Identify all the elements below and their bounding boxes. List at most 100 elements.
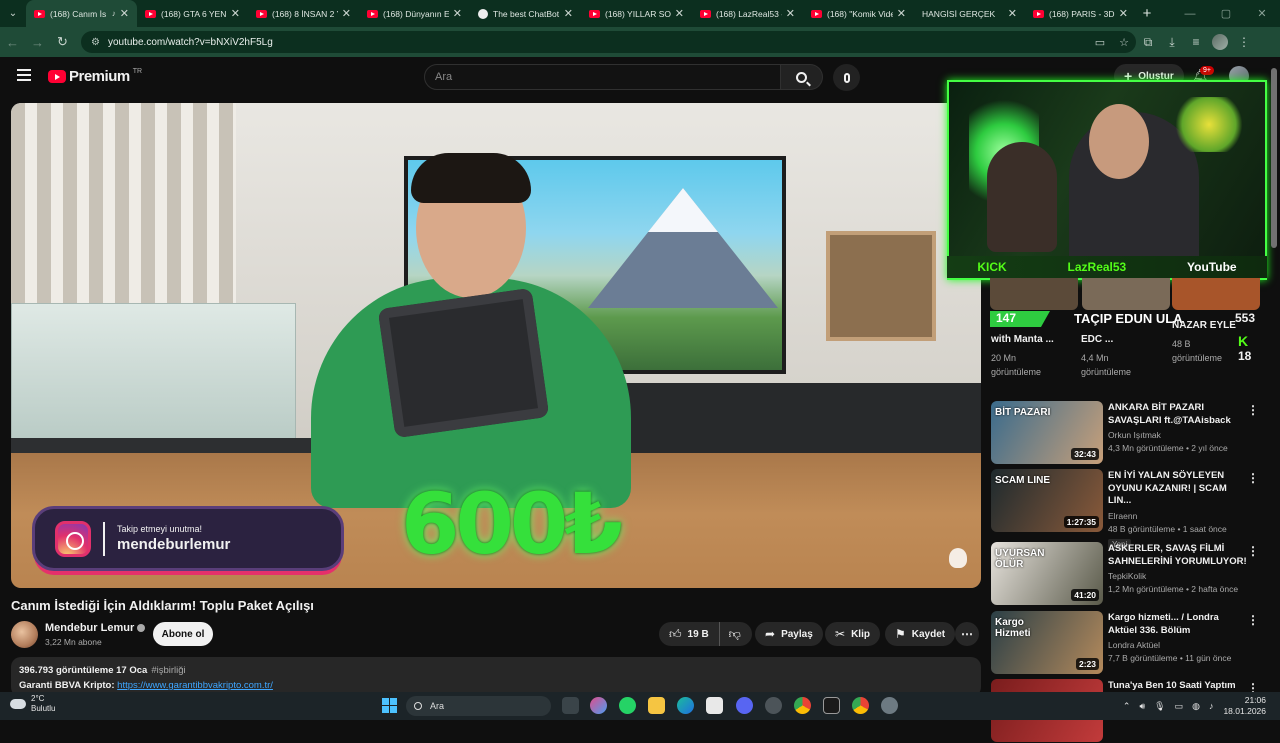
back-icon[interactable]: ←	[0, 35, 25, 50]
browser-tab[interactable]: (168) 8 İNSAN 2 Y ✕	[248, 0, 359, 27]
search-button[interactable]	[781, 64, 823, 90]
browser-tab[interactable]: (168) YILLAR SON ✕	[581, 0, 692, 27]
description-box[interactable]: 396.793 görüntüleme 17 Oca #işbirliği Gar…	[11, 657, 981, 697]
media-control-icon[interactable]: ≡	[1184, 35, 1208, 49]
channel-name[interactable]: Mendebur Lemur	[45, 622, 134, 634]
like-button[interactable]: 👍︎ 19 B	[659, 622, 720, 646]
rec-menu-icon[interactable]: ⋮	[1247, 471, 1259, 485]
tab-close-icon[interactable]: ✕	[786, 7, 795, 20]
recommendation-item[interactable]: UYURSAN ÖLÜR 41:20 ASKERLER, SAVAŞ FİLMİ S…	[991, 542, 1263, 606]
rec-thumb[interactable]	[990, 278, 1078, 310]
profile-avatar[interactable]	[1212, 34, 1228, 50]
copilot-icon[interactable]	[590, 697, 607, 714]
browser-tab[interactable]: The best ChatBot ✕	[470, 0, 581, 27]
browser-tab[interactable]: (168) PARIS - 3D ✕	[1025, 0, 1136, 27]
channel-watermark-icon[interactable]	[949, 548, 967, 568]
rec-title[interactable]: ANKARA BİT PAZARI SAVAŞLARI ft.@TAAisbac…	[1108, 402, 1248, 427]
stream-overlay-video[interactable]	[947, 80, 1267, 280]
subscribe-button[interactable]: Abone ol	[153, 622, 213, 646]
new-tab-button[interactable]: +	[1136, 5, 1158, 22]
url-text[interactable]: youtube.com/watch?v=bNXiV2hF5Lg	[108, 37, 1088, 48]
rec-channel[interactable]: TepkiKolik	[1108, 571, 1248, 581]
page-scrollbar[interactable]	[1270, 60, 1278, 695]
tab-close-icon[interactable]: ✕	[231, 7, 240, 20]
tab-close-icon[interactable]: ✕	[564, 7, 573, 20]
rec-thumbnail[interactable]: Kargo Hizmeti 2:23	[991, 611, 1103, 674]
store-icon[interactable]	[706, 697, 723, 714]
more-actions-button[interactable]: ⋯	[955, 622, 979, 646]
obs-icon[interactable]	[765, 697, 782, 714]
settings-icon[interactable]	[881, 697, 898, 714]
channel-name-row[interactable]: Mendebur Lemur	[45, 622, 146, 634]
network-icon[interactable]: ◍	[1192, 701, 1200, 712]
share-button[interactable]: ➦ Paylaş	[755, 622, 823, 646]
rec-thumbnail[interactable]: UYURSAN ÖLÜR 41:20	[991, 542, 1103, 605]
search-input[interactable]: Ara	[424, 64, 781, 90]
tab-close-icon[interactable]: ✕	[120, 7, 129, 20]
task-view-icon[interactable]	[562, 697, 579, 714]
forward-icon[interactable]: →	[25, 35, 50, 50]
chrome-profile-icon[interactable]	[852, 697, 869, 714]
rec-title[interactable]: Tuna'ya Ben 10 Saati Yaptım	[1108, 680, 1248, 693]
rec-menu-icon[interactable]: ⋮	[1247, 403, 1259, 417]
taskbar-search[interactable]: Ara	[406, 696, 551, 716]
windows-start-icon[interactable]	[382, 698, 397, 713]
rec-thumbnail[interactable]: SCAM LINE 1:27:35	[991, 469, 1103, 532]
rec-channel[interactable]: Londra Aktüel	[1108, 640, 1248, 650]
edge-icon[interactable]	[677, 697, 694, 714]
tab-close-icon[interactable]: ✕	[897, 7, 906, 20]
minimize-icon[interactable]: —	[1172, 8, 1208, 20]
clip-button[interactable]: ✂ Klip	[825, 622, 880, 646]
browser-tab[interactable]: (168) Dünyanın En ✕	[359, 0, 470, 27]
rec-thumbnail[interactable]: BİT PAZARI 32:43	[991, 401, 1103, 464]
youtube-premium-logo[interactable]: Premium TR	[48, 68, 142, 85]
rec-title[interactable]: Kargo hizmeti... / Londra Aktüel 336. Bö…	[1108, 612, 1248, 637]
extensions-icon[interactable]: ⧉	[1136, 35, 1160, 50]
tab-close-icon[interactable]: ✕	[1119, 7, 1128, 20]
rec-menu-icon[interactable]: ⋮	[1247, 544, 1259, 558]
download-icon[interactable]: ⤓	[1160, 35, 1184, 50]
mic-tray-icon[interactable]: 🎙︎	[1154, 701, 1165, 712]
channel-avatar[interactable]	[11, 621, 38, 648]
tab-search-chevron-icon[interactable]: ⌄	[0, 0, 26, 27]
reload-icon[interactable]: ↻	[50, 34, 75, 50]
chrome-icon[interactable]	[794, 697, 811, 714]
rec-channel[interactable]: Elraenn	[1108, 511, 1248, 521]
save-button[interactable]: ⚑ Kaydet	[885, 622, 956, 646]
file-explorer-icon[interactable]	[648, 697, 665, 714]
rec-title[interactable]: ASKERLER, SAVAŞ FİLMİ SAHNELERİNİ YORUML…	[1108, 543, 1248, 568]
rec-title[interactable]: with Manta ...	[991, 334, 1054, 345]
browser-tab[interactable]: HANGİSİ GERÇEK ✕	[914, 0, 1025, 27]
volume-icon[interactable]: ♪	[1209, 701, 1214, 711]
rec-thumb[interactable]	[1172, 278, 1260, 310]
battery-icon[interactable]: ▭	[1175, 701, 1184, 712]
clock[interactable]: 21:06 18.01.2026	[1223, 695, 1266, 717]
recommendation-item[interactable]: Kargo Hizmeti 2:23 Kargo hizmeti... / Lond…	[991, 611, 1263, 675]
site-info-icon[interactable]: ⚙	[91, 37, 100, 48]
dislike-button[interactable]: 👎︎	[720, 627, 750, 642]
tab-close-icon[interactable]: ✕	[342, 7, 351, 20]
rec-thumb[interactable]	[1082, 278, 1170, 310]
browser-tab[interactable]: (168) "Komik Vide ✕	[803, 0, 914, 27]
rec-menu-icon[interactable]: ⋮	[1247, 613, 1259, 627]
tab-audio-icon[interactable]: ♪	[112, 9, 116, 18]
menu-icon[interactable]	[17, 69, 31, 84]
tab-close-icon[interactable]: ✕	[453, 7, 462, 20]
browser-menu-icon[interactable]: ⋮	[1232, 35, 1256, 49]
video-player[interactable]: 600₺ Takip etmeyi unutma! mendeburlemur	[11, 103, 981, 588]
bookmark-star-icon[interactable]: ☆	[1112, 36, 1136, 49]
voice-search-button[interactable]	[833, 64, 860, 91]
weather-widget[interactable]: 2°C Bulutlu	[10, 694, 55, 714]
recommendation-item[interactable]: SCAM LINE 1:27:35 EN İYİ YALAN SÖYLEYEN OY…	[991, 469, 1263, 550]
rec-title[interactable]: EN İYİ YALAN SÖYLEYEN OYUNU KAZANIR! | S…	[1108, 470, 1248, 508]
capcut-icon[interactable]	[823, 697, 840, 714]
speaker-icon[interactable]: 🔊︎	[1139, 701, 1145, 712]
rec-title[interactable]: EDC ...	[1081, 334, 1113, 345]
close-window-icon[interactable]: ✕	[1244, 7, 1280, 20]
maximize-icon[interactable]: ▢	[1208, 7, 1244, 20]
tab-close-icon[interactable]: ✕	[1008, 7, 1017, 20]
rec-title[interactable]: NAZAR EYLE	[1172, 320, 1236, 331]
whatsapp-icon[interactable]	[619, 697, 636, 714]
browser-tab[interactable]: (168) LazReal53 - ✕	[692, 0, 803, 27]
tab-close-icon[interactable]: ✕	[675, 7, 684, 20]
